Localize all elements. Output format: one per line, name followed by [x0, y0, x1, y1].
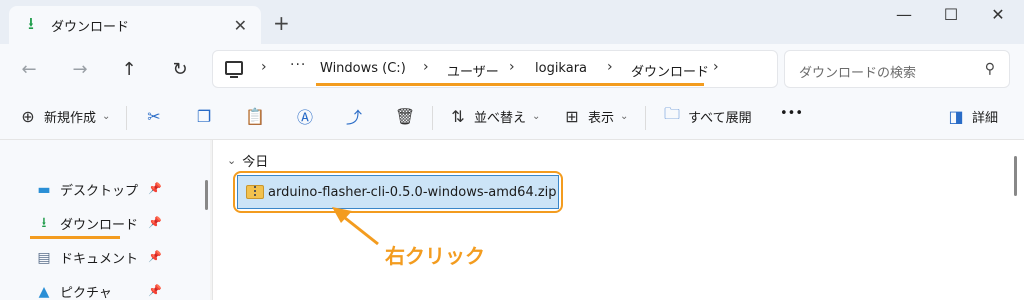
grid-view-icon: ⊞ — [565, 106, 579, 126]
command-bar: ⊕ 新規作成 ⌄ ✂ ❐ 📋 Ⓐ ⤴ 🗑 ⇅ 並べ替え ⌄ ⊞ 表示 ⌄ 🗀 す… — [0, 94, 1024, 140]
more-options-button[interactable]: ••• — [774, 106, 803, 121]
divider — [432, 106, 433, 130]
breadcrumb-downloads[interactable]: ダウンロード — [631, 61, 709, 80]
breadcrumb-highlight — [316, 83, 704, 86]
copy-icon: ❐ — [196, 106, 212, 126]
new-label: 新規作成 — [44, 110, 97, 126]
chevron-down-icon: ⌄ — [102, 110, 111, 122]
sidebar-scrollbar[interactable] — [205, 180, 208, 210]
delete-button[interactable]: 🗑 — [395, 106, 415, 126]
file-list: ⌄ 今日 arduino-flasher-cli-0.5.0-windows-a… — [212, 140, 1024, 300]
navigation-bar: ← → ↑ ↻ › ··· Windows (C:) › ユーザー › logi… — [0, 44, 1024, 94]
navigation-pane: ▬ デスクトップ 📌 ⭳ ダウンロード 📌 ▤ ドキュメント 📌 ▲ ピクチャ … — [0, 140, 210, 300]
extract-all-button[interactable]: 🗀 すべて展開 — [662, 103, 752, 126]
sidebar-item-label: デスクトップ — [60, 184, 139, 199]
zip-folder-icon — [246, 185, 264, 199]
more-locations-button[interactable]: ··· — [290, 57, 306, 73]
details-label: 詳細 — [972, 110, 999, 126]
sidebar-item-label: ピクチャ — [60, 286, 112, 300]
sidebar-highlight — [30, 236, 120, 239]
chevron-right-icon[interactable]: › — [509, 59, 515, 75]
search-icon: ⚲ — [984, 61, 995, 77]
maximize-button[interactable]: ☐ — [931, 5, 971, 24]
refresh-button[interactable]: ↻ — [165, 54, 195, 84]
desktop-icon: ▬ — [37, 181, 51, 198]
pin-icon[interactable]: 📌 — [148, 284, 162, 297]
pin-icon[interactable]: 📌 — [148, 216, 162, 229]
sidebar-item-label: ドキュメント — [60, 252, 139, 267]
annotation-right-click: 右クリック — [385, 244, 485, 268]
sidebar-item-label: ダウンロード — [60, 218, 139, 233]
details-pane-button[interactable]: ◨ 詳細 — [946, 106, 998, 126]
address-bar[interactable]: › ··· Windows (C:) › ユーザー › logikara › ダ… — [212, 50, 778, 88]
view-label: 表示 — [588, 110, 615, 126]
tab-downloads[interactable]: ⭳ ダウンロード ✕ — [9, 6, 261, 44]
download-icon: ⭳ — [41, 214, 47, 231]
rename-icon: Ⓐ — [296, 108, 313, 127]
new-button[interactable]: ⊕ 新規作成 ⌄ — [18, 106, 110, 126]
monitor-icon[interactable] — [225, 61, 243, 78]
file-item[interactable]: arduino-flasher-cli-0.5.0-windows-amd64.… — [237, 175, 559, 209]
sidebar-item-pictures[interactable]: ▲ ピクチャ — [36, 282, 196, 300]
scissors-icon: ✂ — [147, 106, 161, 126]
pin-icon[interactable]: 📌 — [148, 250, 162, 263]
tab-bar: ⭳ ダウンロード ✕ + — ☐ ✕ — [0, 0, 1024, 44]
search-box[interactable]: ダウンロードの検索 ⚲ — [784, 50, 1010, 88]
extract-label: すべて展開 — [688, 110, 752, 126]
picture-icon: ▲ — [38, 283, 50, 300]
plus-circle-icon: ⊕ — [21, 106, 35, 126]
download-icon: ⭳ — [28, 13, 34, 34]
content-scrollbar[interactable] — [1014, 156, 1017, 196]
forward-button[interactable]: → — [65, 54, 95, 84]
paste-button[interactable]: 📋 — [245, 106, 265, 126]
breadcrumb-users[interactable]: ユーザー — [447, 61, 499, 80]
back-button[interactable]: ← — [14, 54, 44, 84]
trash-icon: 🗑 — [394, 106, 416, 126]
group-header-today[interactable]: ⌄ 今日 — [227, 151, 268, 170]
chevron-down-icon: ⌄ — [532, 110, 541, 122]
more-icon: ••• — [780, 106, 804, 121]
sidebar-item-documents[interactable]: ▤ ドキュメント — [36, 248, 196, 268]
divider — [126, 106, 127, 130]
chevron-right-icon[interactable]: › — [423, 59, 429, 75]
extract-folder-icon: 🗀 — [663, 103, 680, 123]
breadcrumb-drive[interactable]: Windows (C:) — [320, 61, 406, 76]
share-button[interactable]: ⤴ — [344, 106, 364, 127]
share-icon: ⤴ — [345, 108, 362, 127]
view-button[interactable]: ⊞ 表示 ⌄ — [562, 106, 628, 126]
sort-button[interactable]: ⇅ 並べ替え ⌄ — [448, 106, 540, 126]
chevron-right-icon[interactable]: › — [713, 59, 719, 75]
minimize-button[interactable]: — — [884, 5, 924, 24]
file-name: arduino-flasher-cli-0.5.0-windows-amd64.… — [268, 184, 557, 200]
new-tab-button[interactable]: + — [273, 11, 290, 35]
chevron-down-icon: ⌄ — [620, 110, 629, 122]
sort-icon: ⇅ — [451, 106, 465, 126]
clipboard-icon: 📋 — [245, 106, 265, 126]
cut-button[interactable]: ✂ — [144, 106, 164, 126]
sidebar-item-desktop[interactable]: ▬ デスクトップ — [36, 180, 196, 200]
close-window-button[interactable]: ✕ — [978, 5, 1018, 24]
up-button[interactable]: ↑ — [114, 54, 144, 84]
sidebar-item-downloads[interactable]: ⭳ ダウンロード — [36, 214, 196, 234]
chevron-down-icon: ⌄ — [227, 154, 237, 167]
tab-close-icon[interactable]: ✕ — [234, 16, 247, 35]
group-header-label: 今日 — [242, 155, 269, 170]
divider — [645, 106, 646, 130]
tab-title: ダウンロード — [51, 19, 130, 35]
sort-label: 並べ替え — [474, 110, 527, 126]
breadcrumb-user[interactable]: logikara — [535, 61, 587, 76]
chevron-right-icon[interactable]: › — [261, 59, 267, 75]
rename-button[interactable]: Ⓐ — [295, 106, 315, 127]
search-placeholder: ダウンロードの検索 — [799, 66, 917, 81]
chevron-right-icon[interactable]: › — [607, 59, 613, 75]
pin-icon[interactable]: 📌 — [148, 182, 162, 195]
copy-button[interactable]: ❐ — [194, 106, 214, 126]
details-pane-icon: ◨ — [948, 106, 964, 126]
document-icon: ▤ — [37, 249, 51, 266]
